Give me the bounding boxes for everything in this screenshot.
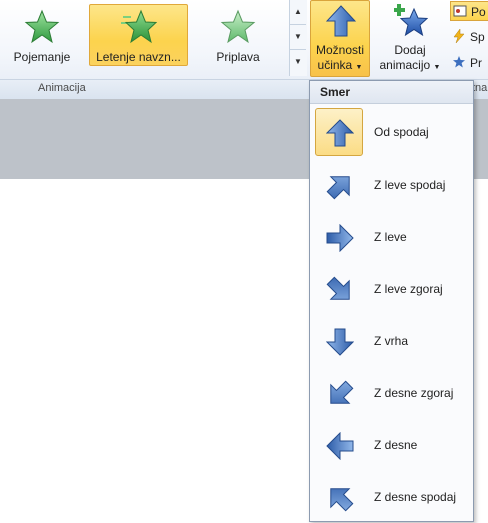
direction-item-label: Z leve — [374, 230, 407, 244]
gallery-scroll: ▲ ▼ ▼ — [289, 0, 307, 76]
add-animation-button[interactable]: Dodaj animacijo ▼ — [376, 0, 444, 77]
effect-options-button[interactable]: Možnosti učinka ▼ — [310, 0, 370, 77]
direction-item-z-leve[interactable]: Z leve — [314, 213, 469, 263]
add-animation-line2: animacijo ▼ — [379, 58, 441, 72]
direction-item-z-leve-spodaj[interactable]: Z leve spodaj — [314, 161, 469, 211]
animation-painter-icon — [453, 56, 465, 68]
animation-priplava-button[interactable]: Priplava — [196, 4, 280, 66]
direction-item-z-vrha[interactable]: Z vrha — [314, 317, 469, 367]
arrow-down-left-icon — [330, 380, 354, 404]
item-icon-box — [315, 265, 363, 313]
effect-options-line2: učinka ▼ — [317, 58, 363, 72]
animation-pane-button[interactable]: Po — [450, 1, 488, 21]
item-icon-box — [315, 317, 363, 365]
green-star-fade-icon — [24, 9, 60, 44]
gallery-label: Priplava — [216, 50, 260, 64]
direction-item-label: Z desne — [374, 438, 418, 452]
add-star-icon — [394, 4, 428, 37]
arrow-up-icon — [326, 119, 354, 147]
item-icon-box — [315, 473, 363, 521]
animation-letenje-button[interactable]: Letenje navzn... — [89, 4, 188, 66]
direction-item-label: Z vrha — [374, 334, 409, 348]
trigger-button[interactable]: Sp — [450, 27, 488, 47]
item-icon-box — [315, 161, 363, 209]
item-icon-box — [315, 369, 363, 417]
add-animation-line1: Dodaj — [394, 43, 426, 57]
gallery-scroll-down-button[interactable]: ▼ — [290, 25, 306, 50]
small-button-label: Po — [471, 5, 486, 19]
arrow-right-icon — [326, 224, 354, 252]
small-button-label: Pr — [470, 56, 482, 70]
item-icon-box — [315, 108, 363, 156]
arrow-down-right-icon — [326, 276, 350, 300]
direction-item-label: Od spodaj — [374, 125, 429, 139]
dropdown-header: Smer — [310, 81, 473, 104]
green-star-float-icon — [220, 9, 256, 44]
gallery-label: Pojemanje — [13, 50, 71, 64]
direction-item-label: Z desne zgoraj — [374, 386, 454, 400]
arrow-up-left-icon — [330, 488, 354, 512]
chevron-down-icon: ▼ — [355, 64, 363, 71]
item-icon-box — [315, 213, 363, 261]
direction-item-label: Z leve zgoraj — [374, 282, 443, 296]
small-button-label: Sp — [470, 30, 485, 44]
item-icon-box — [315, 421, 363, 469]
trigger-lightning-icon — [453, 29, 465, 43]
direction-dropdown-menu: Smer Od spodaj Z leve spodaj Z leve Z le… — [309, 80, 474, 522]
chevron-down-icon: ▼ — [433, 64, 441, 71]
direction-item-z-desne-spodaj[interactable]: Z desne spodaj — [314, 473, 469, 523]
direction-item-od-spodaj[interactable]: Od spodaj — [314, 108, 469, 158]
direction-item-z-leve-zgoraj[interactable]: Z leve zgoraj — [314, 265, 469, 315]
direction-item-z-desne-zgoraj[interactable]: Z desne zgoraj — [314, 369, 469, 419]
group-label-animacija: Animacija — [38, 82, 86, 94]
gallery-scroll-up-button[interactable]: ▲ — [290, 0, 306, 25]
animation-painter-button[interactable]: Pr — [450, 53, 488, 73]
group-label-partial: tna — [472, 82, 488, 94]
animation-pane-icon — [453, 5, 467, 17]
gallery-more-button[interactable]: ▼ — [290, 50, 306, 74]
gallery-label: Letenje navzn... — [96, 50, 181, 64]
arrow-up-icon — [326, 5, 356, 37]
direction-item-label: Z leve spodaj — [374, 178, 446, 192]
arrow-up-right-icon — [326, 176, 350, 200]
arrow-left-icon — [326, 432, 354, 460]
arrow-down-icon — [326, 328, 354, 356]
direction-item-z-desne[interactable]: Z desne — [314, 421, 469, 471]
green-star-fly-icon — [120, 9, 157, 44]
dropdown-header-title: Smer — [320, 85, 351, 99]
effect-options-line1: Možnosti — [315, 43, 365, 57]
animation-pojemanje-button[interactable]: Pojemanje — [2, 4, 82, 66]
direction-item-label: Z desne spodaj — [374, 490, 457, 504]
